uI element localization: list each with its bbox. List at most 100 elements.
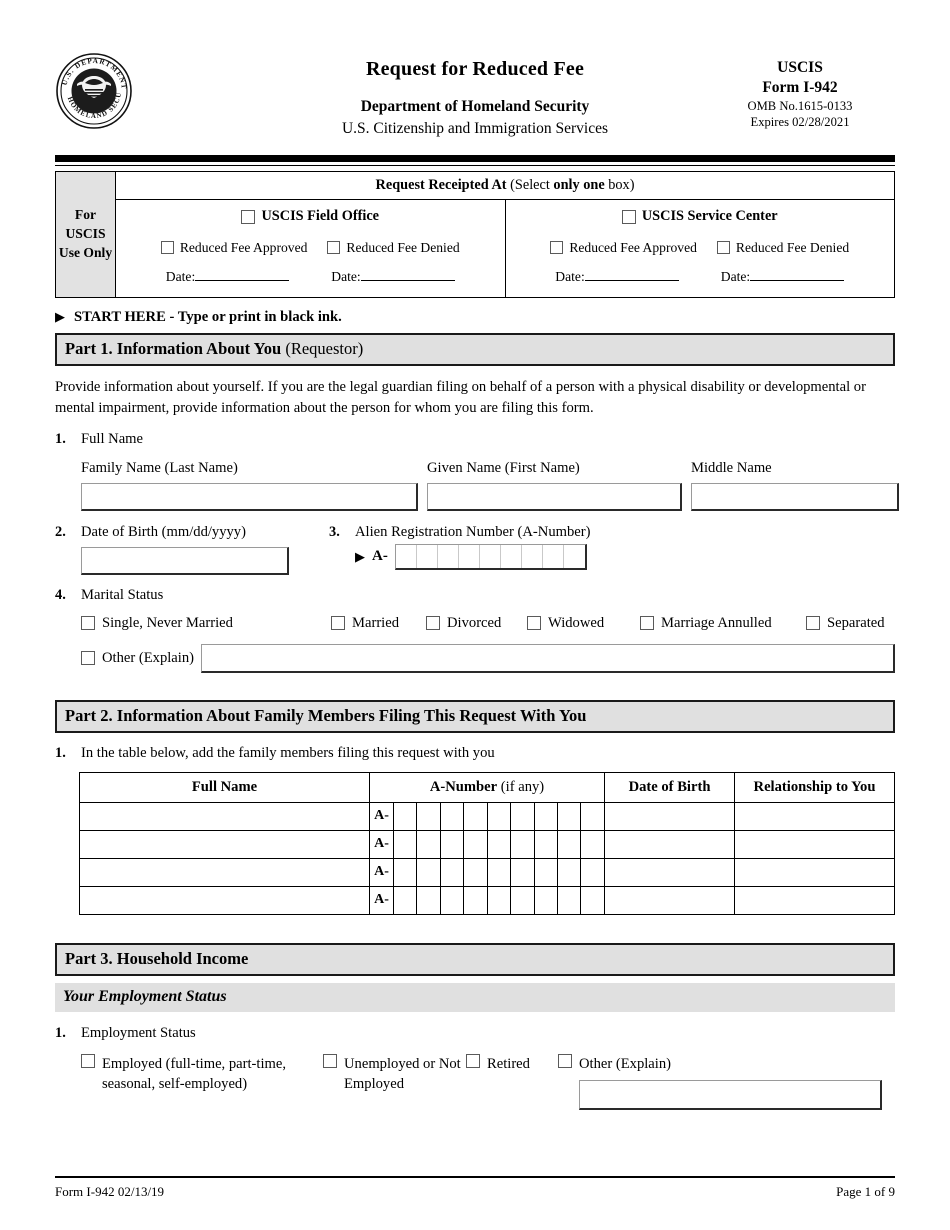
row-3-date-of-birth-cell[interactable] <box>604 857 735 887</box>
row-1-a-cell[interactable] <box>439 801 465 831</box>
employment-retired-checkbox[interactable] <box>466 1053 480 1068</box>
marital-other-input[interactable] <box>201 643 895 673</box>
employment-retired-option[interactable]: Retired <box>466 1053 558 1111</box>
row-3-a-cell[interactable] <box>510 857 535 887</box>
row-3-relationship-cell[interactable] <box>734 857 895 887</box>
row-2-relationship-cell[interactable] <box>734 829 895 859</box>
row-2-a-cell[interactable] <box>556 829 582 859</box>
marital-other-checkbox[interactable] <box>81 651 95 665</box>
marital-married-option[interactable]: Married <box>331 615 426 632</box>
row-4-a-cell[interactable] <box>416 885 441 915</box>
middle-name-input[interactable] <box>691 482 899 511</box>
field-office-checkbox[interactable] <box>241 209 256 224</box>
row-1-a-cell[interactable] <box>392 801 418 831</box>
row-2-a-cell[interactable] <box>486 829 512 859</box>
marital-separated-option[interactable]: Separated <box>806 615 885 632</box>
marital-single-option[interactable]: Single, Never Married <box>81 615 331 632</box>
employment-employed-option[interactable]: Employed (full-time, part-time, seasonal… <box>81 1053 323 1111</box>
row-1-a-cell[interactable] <box>533 801 558 831</box>
row-4-relationship-cell[interactable] <box>734 885 895 915</box>
family-name-label: Family Name (Last Name) <box>81 459 238 476</box>
row-3-a-cell[interactable] <box>439 857 465 887</box>
row-1-date-of-birth-cell[interactable] <box>604 801 735 831</box>
marital-widowed-option[interactable]: Widowed <box>527 615 640 632</box>
row-2-a-cell[interactable] <box>416 829 441 859</box>
row-3-a-cell[interactable] <box>533 857 558 887</box>
row-2-a-cell[interactable] <box>463 829 488 859</box>
marital-annulled-option[interactable]: Marriage Annulled <box>640 615 806 632</box>
service-center-approved-date[interactable]: Date: <box>555 269 679 285</box>
row-3-a-cell[interactable] <box>463 857 488 887</box>
row-1-relationship-cell[interactable] <box>734 801 895 831</box>
row-4-a-cell[interactable] <box>580 885 605 915</box>
column-header-a-number-note: (if any) <box>497 778 545 795</box>
row-2-a-cell[interactable] <box>580 829 605 859</box>
marital-divorced-option[interactable]: Divorced <box>426 615 527 632</box>
employment-other-option[interactable]: Other (Explain) <box>558 1053 882 1111</box>
employment-other-checkbox[interactable] <box>558 1053 572 1068</box>
employment-unemployed-checkbox[interactable] <box>323 1053 337 1068</box>
row-4-a-cell[interactable] <box>510 885 535 915</box>
field-office-approved-date[interactable]: Date: <box>166 269 290 285</box>
row-1-a-cell[interactable] <box>416 801 441 831</box>
row-2-date-of-birth-cell[interactable] <box>604 829 735 859</box>
row-2-a-cell[interactable] <box>392 829 418 859</box>
family-name-input[interactable] <box>81 482 418 511</box>
row-4-a-cell[interactable] <box>556 885 582 915</box>
date-of-birth-label: Date of Birth (mm/dd/yyyy) <box>81 523 246 540</box>
question-4: 4. Marital Status Single, Never Married … <box>55 587 895 673</box>
row-4-a-cell[interactable] <box>486 885 512 915</box>
field-office-denied-date[interactable]: Date: <box>331 269 455 285</box>
service-center-approved-label: Reduced Fee Approved <box>569 239 697 255</box>
service-center-denied-checkbox[interactable] <box>716 241 730 254</box>
employment-other-input[interactable] <box>579 1080 882 1111</box>
row-3-a-cell[interactable] <box>392 857 418 887</box>
a-number-input[interactable] <box>394 543 587 570</box>
employment-unemployed-option[interactable]: Unemployed or Not Employed <box>323 1053 466 1111</box>
field-office-denied-checkbox[interactable] <box>327 241 341 254</box>
receipted-box-word: box) <box>604 177 635 193</box>
row-1-a-cell[interactable] <box>580 801 605 831</box>
service-center-checkbox[interactable] <box>621 209 636 224</box>
row-1-a-cell[interactable] <box>510 801 535 831</box>
row-4-a-cell[interactable] <box>439 885 465 915</box>
part-3-question-1: 1. Employment Status Employed (full-time… <box>55 1025 895 1111</box>
row-2-full-name-cell[interactable] <box>79 829 370 859</box>
field-office-approved-checkbox[interactable] <box>160 241 174 254</box>
marital-widowed-checkbox[interactable] <box>527 616 541 630</box>
row-4-date-of-birth-cell[interactable] <box>604 885 735 915</box>
marital-annulled-label: Marriage Annulled <box>661 614 772 631</box>
row-3-a-cell[interactable] <box>580 857 605 887</box>
given-name-label: Given Name (First Name) <box>427 459 580 476</box>
employment-employed-checkbox[interactable] <box>81 1053 95 1068</box>
marital-married-checkbox[interactable] <box>331 616 345 630</box>
marital-other-row: Other (Explain) <box>81 643 895 673</box>
date-of-birth-input[interactable] <box>81 546 289 575</box>
marital-divorced-checkbox[interactable] <box>426 616 440 630</box>
row-3-a-cell[interactable] <box>556 857 582 887</box>
uscis-use-only-text: For USCIS Use Only <box>58 207 113 260</box>
row-1-a-cell[interactable] <box>463 801 488 831</box>
row-3-a-cell[interactable] <box>416 857 441 887</box>
row-1-a-cell[interactable] <box>486 801 512 831</box>
given-name-input[interactable] <box>427 482 682 511</box>
row-4-a-cell[interactable] <box>463 885 488 915</box>
row-1-a-cell[interactable] <box>556 801 582 831</box>
row-4-full-name-cell[interactable] <box>79 885 370 915</box>
marital-single-checkbox[interactable] <box>81 616 95 630</box>
family-name-group: Family Name (Last Name) <box>81 460 418 511</box>
row-2-a-cell[interactable] <box>439 829 465 859</box>
row-2-a-cell[interactable] <box>510 829 535 859</box>
marital-annulled-checkbox[interactable] <box>640 616 654 630</box>
marital-other-label: Other (Explain) <box>102 649 194 666</box>
part-2-title: Part 2. Information About Family Members… <box>65 705 587 725</box>
row-1-full-name-cell[interactable] <box>79 801 370 831</box>
service-center-approved-checkbox[interactable] <box>550 241 564 254</box>
row-4-a-cell[interactable] <box>533 885 558 915</box>
row-3-full-name-cell[interactable] <box>79 857 370 887</box>
row-3-a-cell[interactable] <box>486 857 512 887</box>
row-2-a-cell[interactable] <box>533 829 558 859</box>
marital-separated-checkbox[interactable] <box>806 616 820 630</box>
service-center-denied-date[interactable]: Date: <box>721 269 845 285</box>
row-4-a-cell[interactable] <box>392 885 418 915</box>
